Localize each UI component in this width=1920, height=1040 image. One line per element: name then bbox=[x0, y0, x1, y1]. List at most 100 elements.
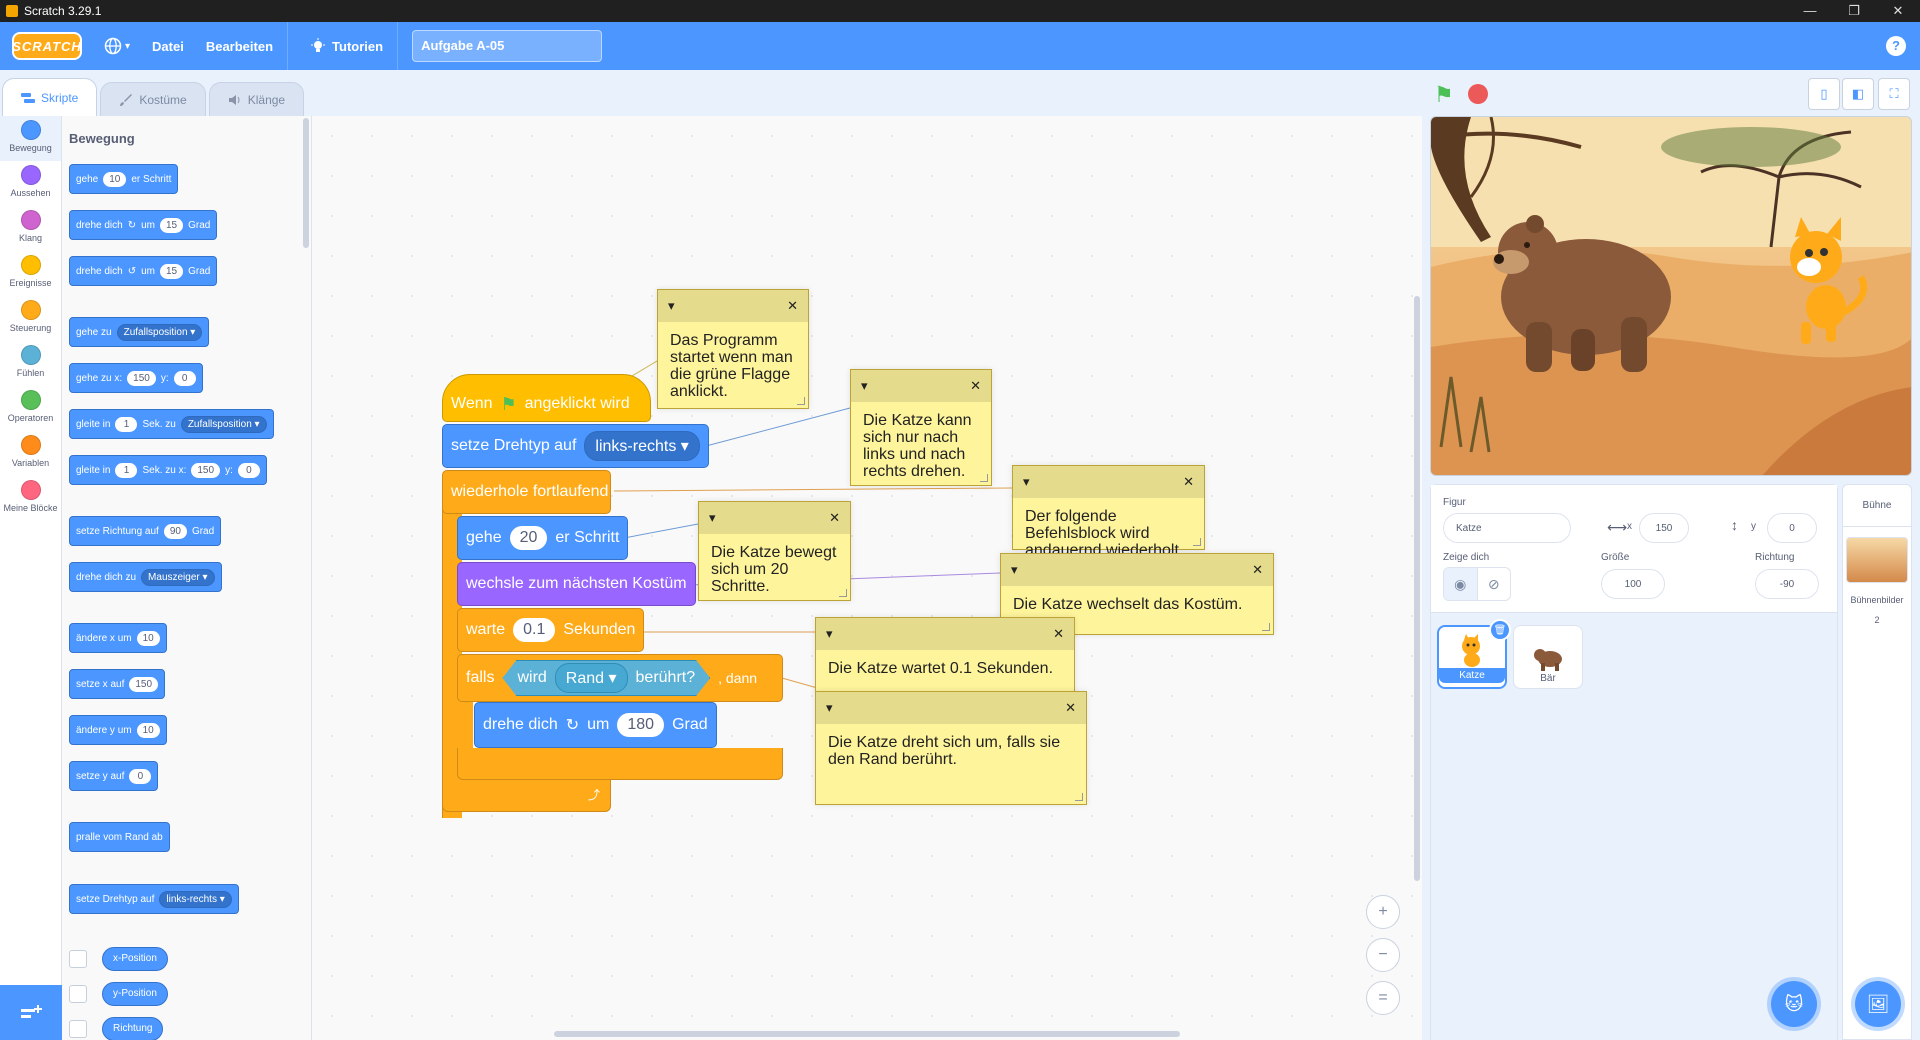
sprite-tile-baer[interactable]: Bär bbox=[1513, 625, 1583, 689]
block-point-towards[interactable]: drehe dich zu Mauszeiger ▾ bbox=[69, 562, 222, 592]
collapse-icon[interactable]: ▾ bbox=[709, 510, 716, 526]
block-input[interactable]: 150 bbox=[191, 462, 221, 478]
resize-handle[interactable] bbox=[839, 589, 847, 597]
close-window-button[interactable]: ✕ bbox=[1876, 0, 1920, 22]
sprite-tile-katze[interactable]: Katze 🗑 bbox=[1437, 619, 1511, 689]
stage-selector[interactable]: Bühne Bühnenbilder 2 🖼 bbox=[1842, 484, 1912, 1040]
large-stage-button[interactable]: ◧ bbox=[1842, 78, 1874, 110]
sprite-name-field[interactable]: Katze bbox=[1443, 513, 1571, 543]
block-input[interactable]: 15 bbox=[160, 217, 184, 233]
workspace-horizontal-scrollbar[interactable] bbox=[554, 1031, 1180, 1037]
forever-block[interactable]: wiederhole fortlaufend bbox=[442, 470, 611, 514]
comment-header[interactable]: ▾ ✕ bbox=[1013, 466, 1204, 498]
file-menu[interactable]: Datei bbox=[152, 22, 184, 70]
comment-header[interactable]: ▾ ✕ bbox=[851, 370, 991, 402]
comment-text[interactable]: Das Programm startet wenn man die grüne … bbox=[658, 322, 808, 410]
block-input[interactable]: 1 bbox=[115, 416, 138, 432]
delete-sprite-button[interactable]: 🗑 bbox=[1489, 619, 1511, 641]
category-sensing[interactable]: Fühlen bbox=[0, 341, 61, 386]
block-dropdown[interactable]: Zufallsposition ▾ bbox=[116, 323, 203, 341]
scratch-logo[interactable]: SCRATCH bbox=[12, 32, 82, 60]
collapse-icon[interactable]: ▾ bbox=[861, 378, 868, 394]
block-input[interactable]: 0 bbox=[237, 462, 260, 478]
category-control[interactable]: Steuerung bbox=[0, 296, 61, 341]
restore-button[interactable]: ❐ bbox=[1832, 0, 1876, 22]
close-icon[interactable]: ✕ bbox=[829, 510, 840, 526]
tab-costumes[interactable]: Kostüme bbox=[100, 82, 206, 116]
resize-handle[interactable] bbox=[1193, 538, 1201, 546]
small-stage-button[interactable]: ▯ bbox=[1808, 78, 1840, 110]
y-position-field[interactable]: 0 bbox=[1767, 513, 1817, 543]
comment-move-note[interactable]: ▾ ✕ Die Katze bewegt sich um 20 Schritte. bbox=[698, 501, 851, 601]
stop-button[interactable] bbox=[1468, 84, 1488, 104]
next-costume-block[interactable]: wechsle zum nächsten Kostüm bbox=[457, 562, 696, 606]
reporter-checkbox[interactable] bbox=[69, 985, 87, 1003]
block-input[interactable]: 0 bbox=[129, 768, 152, 784]
reporter-checkbox[interactable] bbox=[69, 950, 87, 968]
block-dropdown[interactable]: Zufallsposition ▾ bbox=[180, 415, 267, 433]
turn-180-block[interactable]: drehe dich ↻ um 180 Grad bbox=[474, 702, 717, 748]
reporter-checkbox[interactable] bbox=[69, 1020, 87, 1038]
resize-handle[interactable] bbox=[797, 397, 805, 405]
block-point-direction[interactable]: setze Richtung auf 90 Grad bbox=[69, 516, 222, 546]
collapse-icon[interactable]: ▾ bbox=[1011, 562, 1018, 578]
tab-code[interactable]: Skripte bbox=[2, 78, 98, 116]
add-extension-button[interactable] bbox=[0, 985, 62, 1040]
project-title-input[interactable]: Aufgabe A-05 bbox=[412, 30, 603, 62]
collapse-icon[interactable]: ▾ bbox=[1023, 474, 1030, 490]
comment-text[interactable]: Die Katze dreht sich um, falls sie den R… bbox=[816, 724, 1086, 778]
block-input[interactable]: 10 bbox=[136, 630, 160, 646]
size-field[interactable]: 100 bbox=[1601, 569, 1665, 599]
comment-wait-note[interactable]: ▾ ✕ Die Katze wartet 0.1 Sekunden. bbox=[815, 617, 1075, 693]
comment-rotation-note[interactable]: ▾ ✕ Die Katze kann sich nur nach links un… bbox=[850, 369, 992, 486]
block-goto-xy[interactable]: gehe zu x: 150 y: 0 bbox=[69, 363, 203, 393]
show-sprite-button[interactable]: ◉ bbox=[1444, 568, 1478, 600]
block-input[interactable]: 1 bbox=[115, 462, 138, 478]
block-set-x[interactable]: setze x auf 150 bbox=[69, 669, 166, 699]
zoom-reset-button[interactable]: = bbox=[1366, 981, 1400, 1015]
comment-header[interactable]: ▾ ✕ bbox=[1001, 554, 1273, 586]
block-input[interactable]: 90 bbox=[163, 523, 187, 539]
forever-loop-foot[interactable]: ⤴ bbox=[442, 778, 611, 812]
category-events[interactable]: Ereignisse bbox=[0, 251, 61, 296]
resize-handle[interactable] bbox=[980, 474, 988, 482]
block-dropdown[interactable]: Mauszeiger ▾ bbox=[141, 568, 215, 586]
zoom-out-button[interactable]: − bbox=[1366, 938, 1400, 972]
block-bounce[interactable]: pralle vom Rand ab bbox=[69, 822, 170, 852]
block-set-y[interactable]: setze y auf 0 bbox=[69, 761, 159, 791]
block-input[interactable]: 10 bbox=[103, 171, 127, 187]
green-flag-button[interactable]: ⚑ bbox=[1434, 82, 1454, 108]
resize-handle[interactable] bbox=[1262, 623, 1270, 631]
block-input[interactable]: 10 bbox=[136, 722, 160, 738]
block-input[interactable]: 180 bbox=[617, 713, 665, 737]
block-input[interactable]: 15 bbox=[160, 263, 184, 279]
block-change-y[interactable]: ändere y um 10 bbox=[69, 715, 167, 745]
hide-sprite-button[interactable]: ⊘ bbox=[1478, 568, 1511, 600]
block-set-rotation-style[interactable]: setze Drehtyp auf links-rechts ▾ bbox=[69, 884, 239, 914]
close-icon[interactable]: ✕ bbox=[1053, 626, 1064, 642]
collapse-icon[interactable]: ▾ bbox=[668, 298, 675, 314]
category-motion[interactable]: Bewegung bbox=[0, 116, 61, 161]
add-sprite-button[interactable]: 🐱 bbox=[1771, 981, 1817, 1027]
block-input[interactable]: 150 bbox=[129, 676, 159, 692]
collapse-icon[interactable]: ▾ bbox=[826, 700, 833, 716]
close-icon[interactable]: ✕ bbox=[787, 298, 798, 314]
comment-header[interactable]: ▾ ✕ bbox=[816, 692, 1086, 724]
comment-header[interactable]: ▾ ✕ bbox=[816, 618, 1074, 650]
reporter-direction[interactable]: Richtung bbox=[102, 1017, 164, 1040]
touching-edge-condition[interactable]: wird Rand ▾ berührt? bbox=[502, 660, 710, 696]
block-turn-right[interactable]: drehe dich ↻ um 15 Grad bbox=[69, 210, 218, 240]
category-sound[interactable]: Klang bbox=[0, 206, 61, 251]
comment-header[interactable]: ▾ ✕ bbox=[658, 290, 808, 322]
reporter-x-position[interactable]: x-Position bbox=[102, 947, 168, 971]
if-block-foot[interactable] bbox=[457, 748, 783, 780]
language-menu[interactable]: ▾ bbox=[104, 22, 130, 70]
block-turn-left[interactable]: drehe dich ↺ um 15 Grad bbox=[69, 256, 218, 286]
block-dropdown[interactable]: links-rechts ▾ bbox=[584, 431, 700, 461]
comment-start-note[interactable]: ▾ ✕ Das Programm startet wenn man die grü… bbox=[657, 289, 809, 409]
stage-thumbnail[interactable] bbox=[1846, 537, 1908, 583]
comment-text[interactable]: Die Katze wartet 0.1 Sekunden. bbox=[816, 650, 1074, 687]
tab-sounds[interactable]: Klänge bbox=[208, 82, 305, 116]
block-input[interactable]: 150 bbox=[127, 370, 156, 386]
block-move-steps[interactable]: gehe 10 er Schritt bbox=[69, 164, 179, 194]
